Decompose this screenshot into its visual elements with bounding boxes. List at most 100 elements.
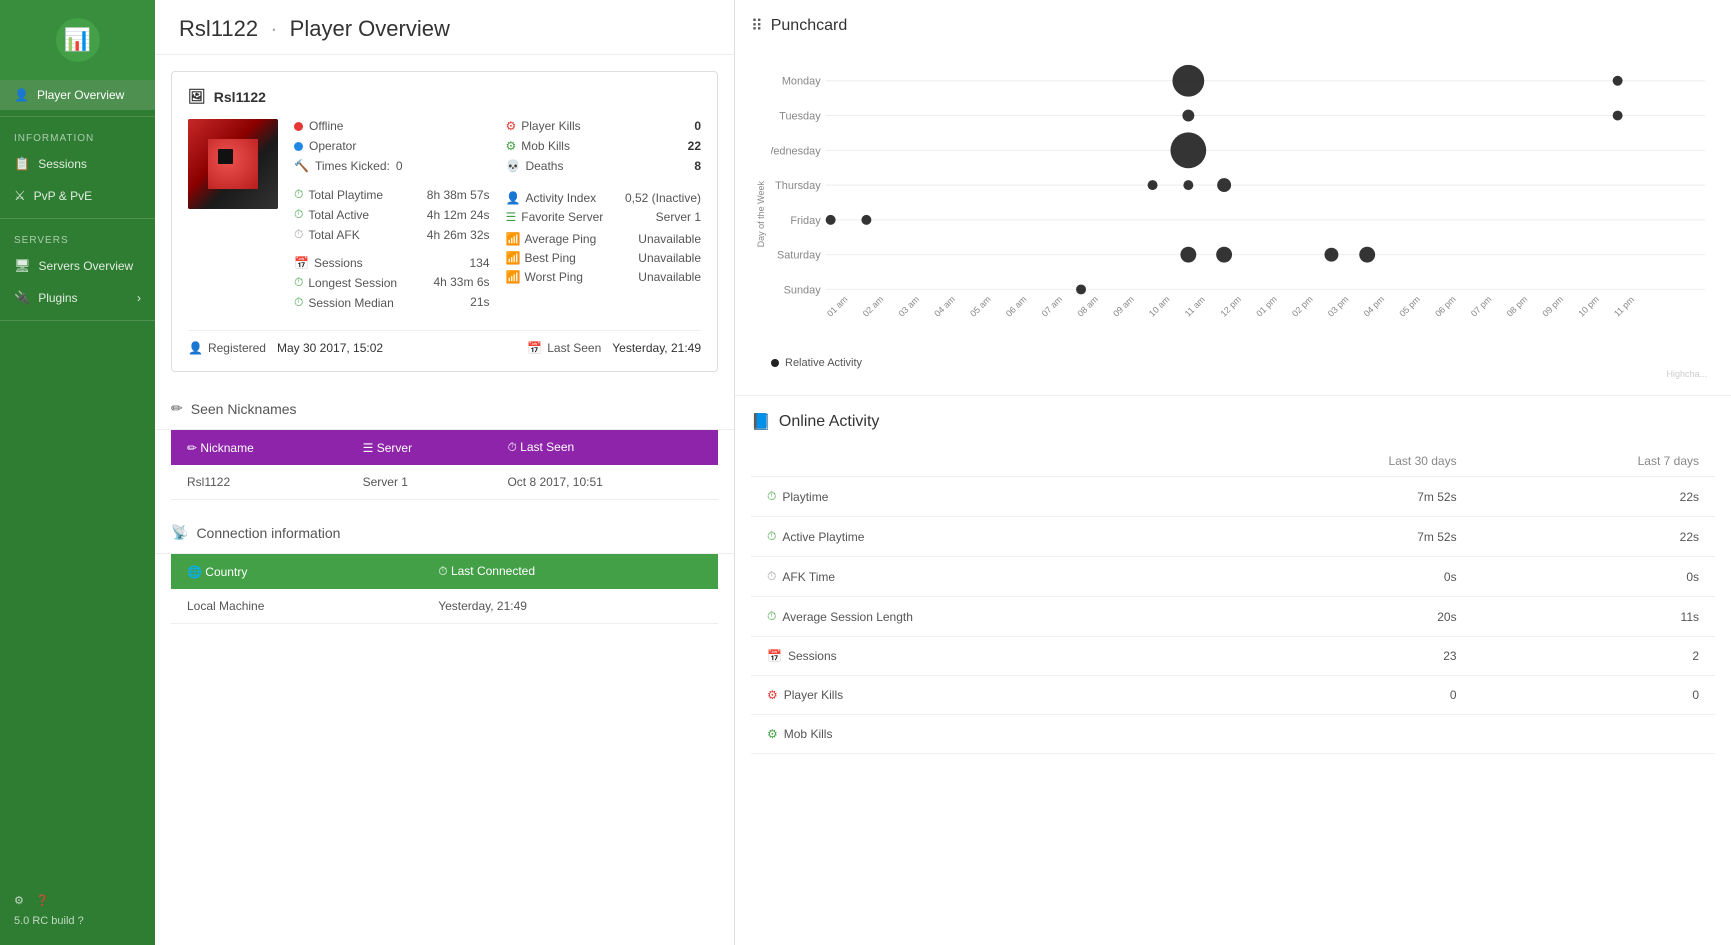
connection-section: 📡 Connection information 🌐 Country — [155, 512, 734, 636]
country-cell: Local Machine — [171, 589, 422, 624]
oa-title-label: Online Activity — [779, 413, 879, 431]
nicknames-icon: ✏ — [171, 400, 183, 417]
playtime-icon: ⏱ — [294, 187, 303, 202]
session-median-label: Session Median — [308, 296, 393, 310]
svg-text:05 am: 05 am — [968, 294, 993, 319]
sidebar: 📊 👤 Player Overview INFORMATION 📋 Sessio… — [0, 0, 155, 945]
time-stats: ⏱ Total Playtime 8h 38m 57s ⏱ Total Acti… — [294, 187, 490, 242]
register-row: 👤 Registered May 30 2017, 15:02 📅 Last S… — [188, 330, 701, 355]
lastseen-cell: Oct 8 2017, 10:51 — [491, 465, 718, 500]
page-title: Player Overview — [290, 16, 450, 41]
oa-playtime-icon: ⏱ — [767, 489, 776, 504]
punchcard-title: ⠿ Punchcard — [751, 16, 1715, 36]
pvp-icon: ⚔ — [14, 188, 26, 204]
oa-mob-kills-icon: ⚙ — [767, 727, 778, 741]
oa-val-active-7: 22s — [1473, 517, 1715, 557]
punchcard-icon: ⠿ — [751, 16, 763, 36]
seen-nicknames-header: ✏ Seen Nicknames — [155, 388, 734, 430]
svg-text:09 pm: 09 pm — [1540, 294, 1565, 319]
table-row: Local Machine Yesterday, 21:49 — [171, 589, 718, 624]
servers-icon: 🖥 — [14, 258, 31, 274]
activity-value: 0,52 (Inactive) — [625, 191, 701, 205]
total-active-value: 4h 12m 24s — [427, 208, 490, 222]
nicknames-col-lastseen: ⏱ Last Seen — [491, 430, 718, 465]
oa-label-sessions: 📅 Sessions — [751, 637, 1213, 675]
svg-text:10 am: 10 am — [1147, 294, 1172, 319]
avg-ping-value: Unavailable — [638, 232, 701, 246]
section-label-servers: SERVERS — [0, 225, 155, 250]
svg-text:05 pm: 05 pm — [1397, 294, 1422, 319]
activity-index-row: 👤 Activity Index 0,52 (Inactive) — [506, 191, 702, 205]
deaths-label: Deaths — [525, 159, 563, 173]
svg-text:08 pm: 08 pm — [1505, 294, 1530, 319]
svg-text:02 pm: 02 pm — [1290, 294, 1315, 319]
sidebar-item-plugins[interactable]: 🔌 Plugins › — [0, 282, 155, 314]
lastseen-col-icon: ⏱ — [507, 440, 516, 454]
kicks-value: 0 — [396, 159, 403, 173]
offline-dot — [294, 122, 303, 131]
nickname-cell: Rsl1122 — [171, 465, 347, 500]
nicknames-header-row: ✏ Nickname ☰ Server ⏱ Last Seen — [171, 430, 718, 465]
rank-label: Operator — [309, 139, 356, 153]
last-seen-icon: 📅 — [527, 341, 542, 355]
punchcard-chart-container: Day of the Week Monday Tuesday Wednesday — [751, 50, 1715, 379]
sidebar-divider-2 — [0, 218, 155, 219]
online-activity-table: Last 30 days Last 7 days ⏱ Playtime 7m 5… — [751, 446, 1715, 754]
connection-title: Connection information — [196, 525, 340, 541]
connection-tbody: Local Machine Yesterday, 21:49 — [171, 589, 718, 624]
sidebar-item-pvp[interactable]: ⚔ PvP & PvE — [0, 180, 155, 212]
oa-icon: 📘 — [751, 412, 771, 432]
sessions-stat-label: Sessions — [314, 256, 363, 270]
oa-row-playtime: ⏱ Playtime 7m 52s 22s — [751, 477, 1715, 517]
section-label-information: INFORMATION — [0, 123, 155, 148]
sessions-label: Sessions — [38, 157, 87, 171]
right-panel: ⠿ Punchcard Day of the Week Monday — [735, 0, 1731, 945]
oa-afk-icon: ⏱ — [767, 569, 776, 584]
legend-label: Relative Activity — [785, 357, 862, 369]
player-overview-icon: 👤 — [14, 88, 29, 102]
kicks-row: 🔨 Times Kicked: 0 — [294, 159, 490, 173]
player-card-header: 🖼 Rsl1122 — [188, 88, 701, 105]
session-stats: 📅 Sessions 134 ⏱ Longest Session — [294, 256, 490, 310]
mob-kills-row: ⚙ Mob Kills 22 — [506, 139, 702, 153]
registered-icon: 👤 — [188, 341, 203, 355]
svg-text:04 am: 04 am — [932, 294, 957, 319]
rank-dot — [294, 142, 303, 151]
connection-header: 📡 Connection information — [155, 512, 734, 554]
status-label: Offline — [309, 119, 343, 133]
oa-row-afk: ⏱ AFK Time 0s 0s — [751, 557, 1715, 597]
svg-text:01 pm: 01 pm — [1254, 294, 1279, 319]
svg-text:Friday: Friday — [790, 215, 821, 227]
session-median-value: 21s — [470, 295, 489, 310]
punchcard-label: Punchcard — [771, 17, 848, 35]
oa-val-afk-30: 0s — [1213, 557, 1473, 597]
worst-ping-value: Unavailable — [638, 270, 701, 284]
help-icon[interactable]: ❓ — [36, 894, 50, 907]
oa-val-active-30: 7m 52s — [1213, 517, 1473, 557]
chevron-right-icon: › — [137, 291, 141, 305]
active-icon: ⏱ — [294, 207, 303, 222]
sidebar-item-sessions[interactable]: 📋 Sessions — [0, 148, 155, 180]
oa-val-playtime-7: 22s — [1473, 477, 1715, 517]
highcharts-credit: Highcha... — [771, 369, 1715, 379]
deaths-value: 8 — [694, 159, 701, 173]
oa-row-avg-session: ⏱ Average Session Length 20s 11s — [751, 597, 1715, 637]
oa-row-sessions: 📅 Sessions 23 2 — [751, 637, 1715, 676]
sidebar-item-player-overview[interactable]: 👤 Player Overview — [0, 80, 155, 110]
kick-icon: 🔨 — [294, 159, 309, 173]
version-label: 5.0 RC build ? — [14, 915, 141, 927]
settings-icon[interactable]: ⚙ — [14, 894, 24, 907]
nicknames-title: Seen Nicknames — [191, 401, 297, 417]
punchcard-svg: Monday Tuesday Wednesday Thursday Friday… — [771, 50, 1715, 350]
worst-ping-row: 📶 Worst Ping Unavailable — [506, 270, 702, 284]
nicknames-tbody: Rsl1122 Server 1 Oct 8 2017, 10:51 — [171, 465, 718, 500]
avg-ping-icon: 📶 — [506, 232, 521, 246]
favorite-server-label: Favorite Server — [521, 210, 603, 224]
player-kills-row: ⚙ Player Kills 0 — [506, 119, 702, 133]
oa-val-sessions-30: 23 — [1213, 637, 1473, 676]
favorite-server-row: ☰ Favorite Server Server 1 — [506, 210, 702, 224]
pvp-label: PvP & PvE — [34, 189, 92, 203]
svg-text:Thursday: Thursday — [775, 180, 821, 192]
main-content: Rsl1122 · Player Overview 🖼 Rsl1122 — [155, 0, 1731, 945]
sidebar-item-servers-overview[interactable]: 🖥 Servers Overview — [0, 250, 155, 282]
